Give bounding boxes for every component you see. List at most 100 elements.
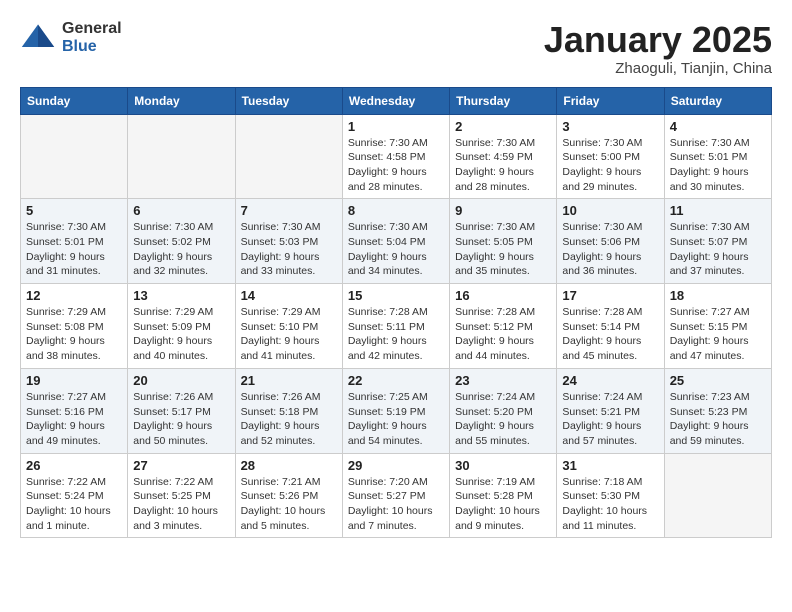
day-number: 8: [348, 203, 444, 218]
day-info: Sunrise: 7:24 AMSunset: 5:21 PMDaylight:…: [562, 390, 658, 449]
day-number: 3: [562, 119, 658, 134]
calendar-day-cell: 2 Sunrise: 7:30 AMSunset: 4:59 PMDaylight…: [450, 114, 557, 199]
calendar-day-cell: 17 Sunrise: 7:28 AMSunset: 5:14 PMDayligh…: [557, 284, 664, 369]
day-number: 2: [455, 119, 551, 134]
day-number: 1: [348, 119, 444, 134]
day-number: 17: [562, 288, 658, 303]
calendar-day-cell: 22 Sunrise: 7:25 AMSunset: 5:19 PMDayligh…: [342, 368, 449, 453]
calendar-day-cell: 20 Sunrise: 7:26 AMSunset: 5:17 PMDayligh…: [128, 368, 235, 453]
day-number: 27: [133, 458, 229, 473]
calendar-week-row: 19 Sunrise: 7:27 AMSunset: 5:16 PMDayligh…: [21, 368, 772, 453]
day-info: Sunrise: 7:30 AMSunset: 5:06 PMDaylight:…: [562, 220, 658, 279]
day-info: Sunrise: 7:25 AMSunset: 5:19 PMDaylight:…: [348, 390, 444, 449]
calendar-day-cell: 11Sunrise: 7:30 AMSunset: 5:07 PMDayligh…: [664, 199, 771, 284]
day-info: Sunrise: 7:22 AMSunset: 5:24 PMDaylight:…: [26, 475, 122, 534]
day-info: Sunrise: 7:30 AMSunset: 4:59 PMDaylight:…: [455, 136, 551, 195]
logo-text: General Blue: [62, 20, 122, 55]
day-number: 15: [348, 288, 444, 303]
day-info: Sunrise: 7:28 AMSunset: 5:14 PMDaylight:…: [562, 305, 658, 364]
calendar-table: SundayMondayTuesdayWednesdayThursdayFrid…: [20, 87, 772, 539]
day-info: Sunrise: 7:30 AMSunset: 5:00 PMDaylight:…: [562, 136, 658, 195]
day-info: Sunrise: 7:28 AMSunset: 5:11 PMDaylight:…: [348, 305, 444, 364]
day-number: 18: [670, 288, 766, 303]
month-title: January 2025: [544, 20, 772, 60]
logo: General Blue: [20, 20, 122, 56]
day-info: Sunrise: 7:30 AMSunset: 5:01 PMDaylight:…: [670, 136, 766, 195]
day-info: Sunrise: 7:30 AMSunset: 5:07 PMDaylight:…: [670, 220, 766, 279]
calendar-week-row: 5 Sunrise: 7:30 AMSunset: 5:01 PMDaylight…: [21, 199, 772, 284]
day-number: 6: [133, 203, 229, 218]
day-number: 10: [562, 203, 658, 218]
day-header-sunday: Sunday: [21, 87, 128, 114]
calendar-day-cell: 3 Sunrise: 7:30 AMSunset: 5:00 PMDaylight…: [557, 114, 664, 199]
day-info: Sunrise: 7:30 AMSunset: 5:03 PMDaylight:…: [241, 220, 337, 279]
day-number: 24: [562, 373, 658, 388]
calendar-day-cell: 4 Sunrise: 7:30 AMSunset: 5:01 PMDaylight…: [664, 114, 771, 199]
day-number: 25: [670, 373, 766, 388]
day-info: Sunrise: 7:29 AMSunset: 5:08 PMDaylight:…: [26, 305, 122, 364]
day-number: 12: [26, 288, 122, 303]
day-number: 9: [455, 203, 551, 218]
calendar-day-cell: 27 Sunrise: 7:22 AMSunset: 5:25 PMDayligh…: [128, 453, 235, 538]
day-number: 30: [455, 458, 551, 473]
day-number: 28: [241, 458, 337, 473]
day-info: Sunrise: 7:20 AMSunset: 5:27 PMDaylight:…: [348, 475, 444, 534]
day-info: Sunrise: 7:23 AMSunset: 5:23 PMDaylight:…: [670, 390, 766, 449]
header: General Blue January 2025 Zhaoguli, Tian…: [20, 20, 772, 77]
calendar-day-cell: [21, 114, 128, 199]
calendar-day-cell: 21Sunrise: 7:26 AMSunset: 5:18 PMDayligh…: [235, 368, 342, 453]
calendar-day-cell: 13Sunrise: 7:29 AMSunset: 5:09 PMDayligh…: [128, 284, 235, 369]
calendar-day-cell: 28Sunrise: 7:21 AMSunset: 5:26 PMDayligh…: [235, 453, 342, 538]
calendar-day-cell: 29Sunrise: 7:20 AMSunset: 5:27 PMDayligh…: [342, 453, 449, 538]
calendar-day-cell: [664, 453, 771, 538]
day-number: 14: [241, 288, 337, 303]
calendar-day-cell: 30 Sunrise: 7:19 AMSunset: 5:28 PMDayligh…: [450, 453, 557, 538]
day-info: Sunrise: 7:30 AMSunset: 5:05 PMDaylight:…: [455, 220, 551, 279]
calendar-day-cell: [235, 114, 342, 199]
day-info: Sunrise: 7:27 AMSunset: 5:15 PMDaylight:…: [670, 305, 766, 364]
calendar-day-cell: 15 Sunrise: 7:28 AMSunset: 5:11 PMDayligh…: [342, 284, 449, 369]
logo-blue-text: Blue: [62, 38, 122, 56]
calendar-day-cell: 26Sunrise: 7:22 AMSunset: 5:24 PMDayligh…: [21, 453, 128, 538]
day-number: 16: [455, 288, 551, 303]
day-number: 31: [562, 458, 658, 473]
calendar-week-row: 26Sunrise: 7:22 AMSunset: 5:24 PMDayligh…: [21, 453, 772, 538]
logo-general-text: General: [62, 20, 122, 38]
calendar-header-row: SundayMondayTuesdayWednesdayThursdayFrid…: [21, 87, 772, 114]
day-info: Sunrise: 7:30 AMSunset: 5:02 PMDaylight:…: [133, 220, 229, 279]
day-info: Sunrise: 7:26 AMSunset: 5:17 PMDaylight:…: [133, 390, 229, 449]
calendar-day-cell: 9 Sunrise: 7:30 AMSunset: 5:05 PMDaylight…: [450, 199, 557, 284]
day-header-tuesday: Tuesday: [235, 87, 342, 114]
calendar-week-row: 12 Sunrise: 7:29 AMSunset: 5:08 PMDayligh…: [21, 284, 772, 369]
calendar-day-cell: 8 Sunrise: 7:30 AMSunset: 5:04 PMDaylight…: [342, 199, 449, 284]
calendar-day-cell: 5 Sunrise: 7:30 AMSunset: 5:01 PMDaylight…: [21, 199, 128, 284]
calendar-day-cell: 24 Sunrise: 7:24 AMSunset: 5:21 PMDayligh…: [557, 368, 664, 453]
calendar-day-cell: [128, 114, 235, 199]
day-number: 19: [26, 373, 122, 388]
day-info: Sunrise: 7:22 AMSunset: 5:25 PMDaylight:…: [133, 475, 229, 534]
day-number: 5: [26, 203, 122, 218]
calendar-day-cell: 12 Sunrise: 7:29 AMSunset: 5:08 PMDayligh…: [21, 284, 128, 369]
calendar-day-cell: 18 Sunrise: 7:27 AMSunset: 5:15 PMDayligh…: [664, 284, 771, 369]
day-info: Sunrise: 7:18 AMSunset: 5:30 PMDaylight:…: [562, 475, 658, 534]
day-info: Sunrise: 7:27 AMSunset: 5:16 PMDaylight:…: [26, 390, 122, 449]
day-number: 7: [241, 203, 337, 218]
day-header-wednesday: Wednesday: [342, 87, 449, 114]
day-number: 23: [455, 373, 551, 388]
calendar-day-cell: 16Sunrise: 7:28 AMSunset: 5:12 PMDayligh…: [450, 284, 557, 369]
calendar-day-cell: 6 Sunrise: 7:30 AMSunset: 5:02 PMDaylight…: [128, 199, 235, 284]
calendar-day-cell: 31 Sunrise: 7:18 AMSunset: 5:30 PMDayligh…: [557, 453, 664, 538]
calendar-day-cell: 19 Sunrise: 7:27 AMSunset: 5:16 PMDayligh…: [21, 368, 128, 453]
calendar-day-cell: 23 Sunrise: 7:24 AMSunset: 5:20 PMDayligh…: [450, 368, 557, 453]
day-number: 22: [348, 373, 444, 388]
day-number: 20: [133, 373, 229, 388]
day-number: 13: [133, 288, 229, 303]
day-info: Sunrise: 7:30 AMSunset: 5:01 PMDaylight:…: [26, 220, 122, 279]
day-number: 4: [670, 119, 766, 134]
calendar-day-cell: 25 Sunrise: 7:23 AMSunset: 5:23 PMDayligh…: [664, 368, 771, 453]
calendar-day-cell: 7 Sunrise: 7:30 AMSunset: 5:03 PMDaylight…: [235, 199, 342, 284]
day-info: Sunrise: 7:30 AMSunset: 5:04 PMDaylight:…: [348, 220, 444, 279]
day-info: Sunrise: 7:24 AMSunset: 5:20 PMDaylight:…: [455, 390, 551, 449]
day-info: Sunrise: 7:19 AMSunset: 5:28 PMDaylight:…: [455, 475, 551, 534]
location-subtitle: Zhaoguli, Tianjin, China: [544, 60, 772, 77]
